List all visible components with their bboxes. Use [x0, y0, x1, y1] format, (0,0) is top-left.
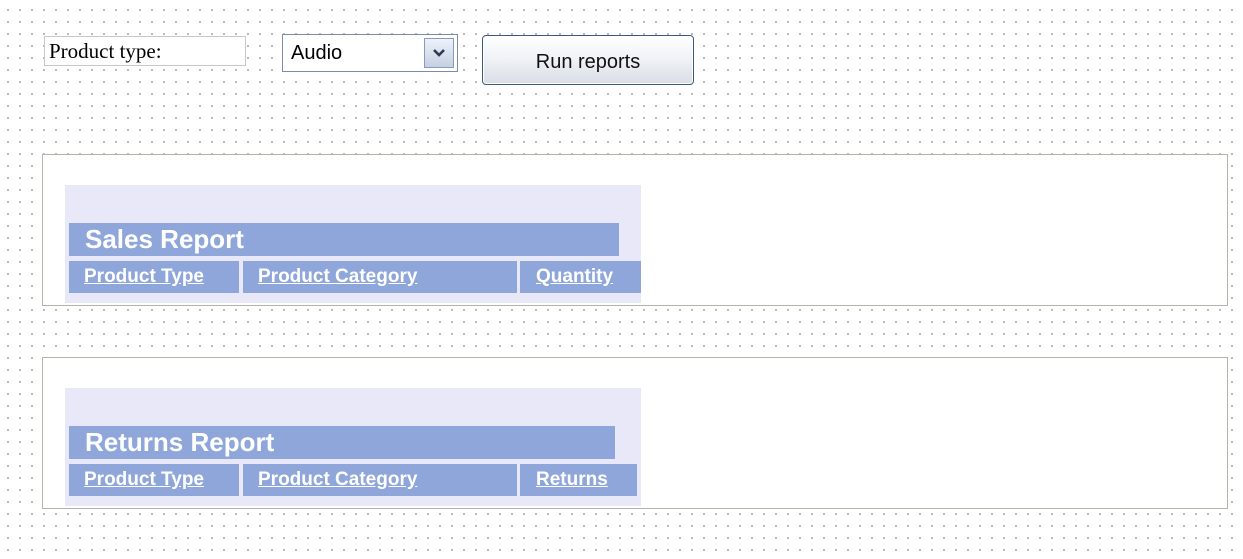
returns-column-product-type[interactable]: Product Type — [69, 464, 239, 496]
returns-column-product-category[interactable]: Product Category — [243, 464, 517, 496]
run-reports-button[interactable]: Run reports — [482, 35, 694, 85]
returns-column-returns[interactable]: Returns — [520, 464, 637, 496]
product-type-select[interactable]: Audio — [282, 34, 458, 72]
sales-column-quantity[interactable]: Quantity — [520, 261, 641, 293]
returns-report-panel: Returns Report Product Type Product Cate… — [42, 357, 1228, 509]
returns-report-title: Returns Report — [69, 426, 615, 459]
product-type-label: Product type: — [44, 36, 246, 66]
sales-column-product-type[interactable]: Product Type — [69, 261, 239, 293]
product-type-select-value: Audio — [291, 41, 343, 64]
sales-report-title: Sales Report — [69, 223, 619, 256]
chevron-down-icon[interactable] — [424, 38, 454, 68]
sales-report-panel: Sales Report Product Type Product Catego… — [42, 154, 1228, 306]
sales-column-product-category[interactable]: Product Category — [243, 261, 517, 293]
